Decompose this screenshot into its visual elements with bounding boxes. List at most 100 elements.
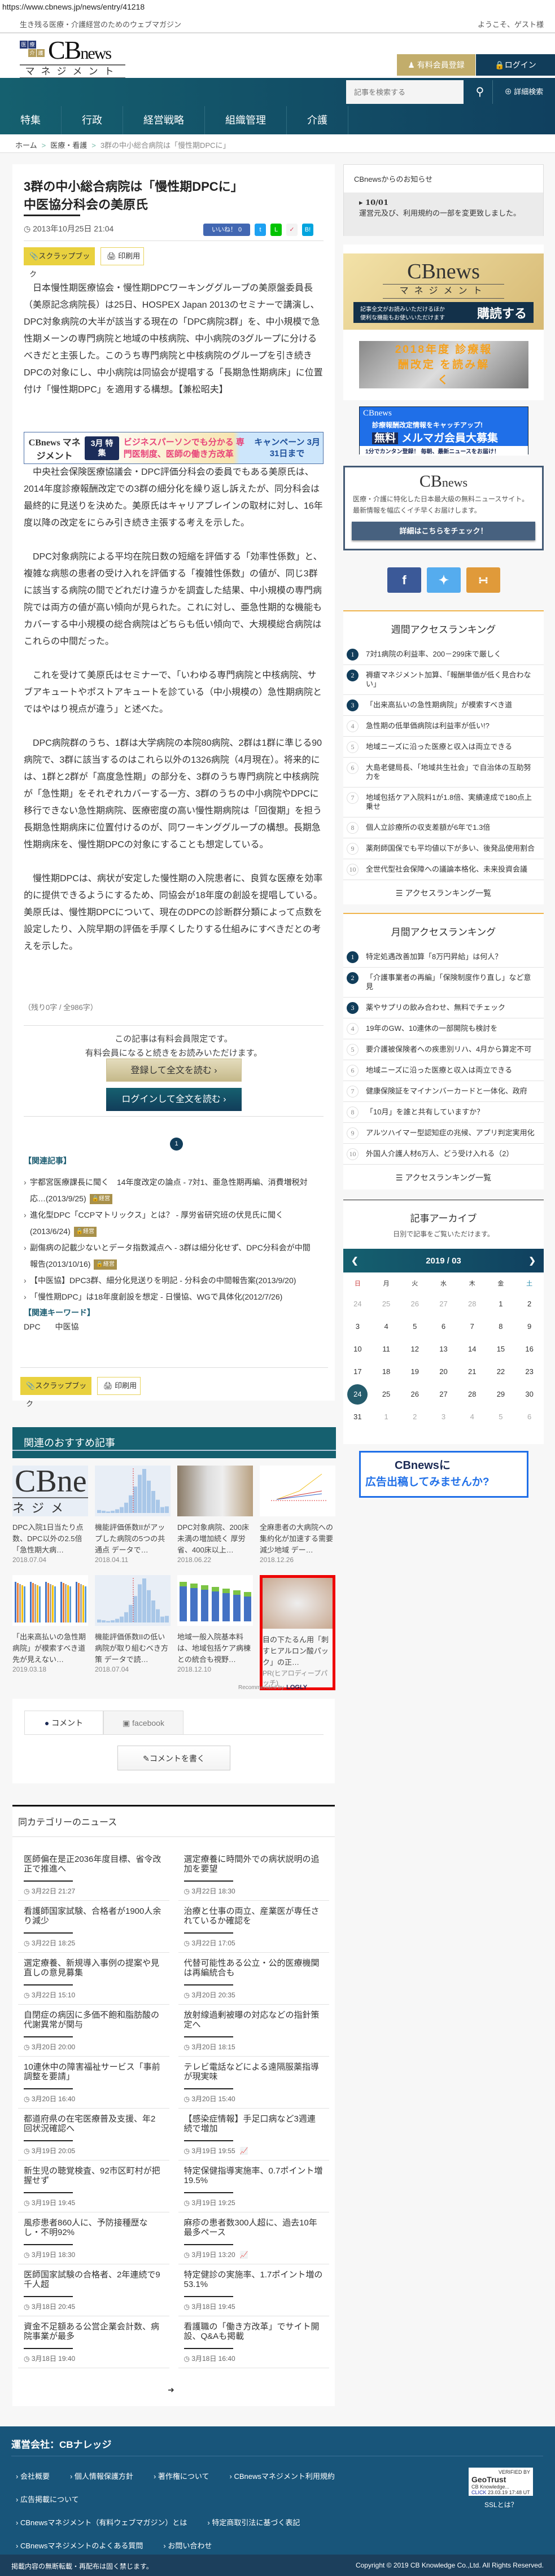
breadcrumb-home[interactable]: ホーム: [15, 141, 37, 150]
calendar-day[interactable]: 7: [458, 1315, 487, 1338]
related-article-link[interactable]: 【中医協】DPC3群、細分化見送りを明記 - 分科会の中間報告案(2013/9/…: [24, 1272, 317, 1289]
news-item[interactable]: 看護職の「働き方改革」でサイト開設、Q&Aも掲載 ◷ 3月18日 16:40: [178, 2316, 329, 2368]
tab-facebook[interactable]: ▣ facebook: [103, 1711, 183, 1734]
nav-strategy[interactable]: 経営戦略: [123, 106, 205, 134]
check-details-button[interactable]: 詳細はこちらをチェック！: [352, 522, 535, 540]
facebook-like-button[interactable]: いいね！ 0: [203, 224, 250, 236]
pocket-icon[interactable]: ✓: [286, 224, 298, 236]
recommended-item[interactable]: 機能評価係数IIがアップした病院の5つの共通点 データで… 2018.04.11: [95, 1466, 171, 1564]
related-article-link[interactable]: 進化型DPC「CCPマトリックス」とは？ - 厚労省研究班の伏見氏に聞く(201…: [24, 1207, 317, 1240]
recommended-by[interactable]: Recommended by LOGLY: [238, 1684, 307, 1691]
news-item[interactable]: 放射線過剰被曝の対応などの指針策定へ ◷ 3月20日 18:15: [178, 2005, 329, 2057]
ranking-item[interactable]: 3 「出来高払いの急性期病院」が模索すべき道: [343, 695, 544, 716]
geotrust-seal[interactable]: VERIFIED BY GeoTrust CB Knowledge... CLICK …: [469, 2468, 533, 2496]
twitter-icon[interactable]: ✦: [427, 567, 461, 593]
calendar-day[interactable]: 20: [429, 1361, 458, 1383]
ranking-item[interactable]: 3 薬やサプリの飲み合わせ、無料でチェック: [343, 998, 544, 1018]
footer-link[interactable]: › 会社概要: [16, 2472, 50, 2481]
scrapbook-button-bottom[interactable]: 📎スクラップブック: [20, 1377, 91, 1408]
calendar-day[interactable]: 17: [343, 1361, 372, 1383]
keyword-link[interactable]: DPC: [24, 1322, 53, 1331]
calendar-day[interactable]: 12: [400, 1338, 429, 1361]
page-1[interactable]: 1: [170, 1138, 183, 1151]
calendar-day[interactable]: 6: [515, 1406, 544, 1428]
ranking-item[interactable]: 8 個人立診療所の収支差額が6年で1.3倍: [343, 817, 544, 838]
news-item[interactable]: 都道府県の在宅医療普及支援、年2回状況確認へ ◷ 3月19日 20:05: [18, 2109, 169, 2160]
ranking-item[interactable]: 6 大島老健局長、「地域共生社会」で自治体の互助努力を: [343, 758, 544, 788]
calendar-day[interactable]: 22: [487, 1361, 515, 1383]
calendar-day[interactable]: 3: [429, 1406, 458, 1428]
nav-feature[interactable]: 特集: [0, 106, 62, 134]
footer-link[interactable]: › 著作権について: [154, 2472, 209, 2481]
footer-link[interactable]: › 広告掲載について: [16, 2495, 79, 2504]
calendar-day[interactable]: 2: [400, 1406, 429, 1428]
login-read-button[interactable]: ログインして全文を読む ›: [106, 1088, 242, 1111]
news-item[interactable]: 麻疹の患者数300人超に、過去10年最多ペース ◷ 3月19日 13:20 📈: [178, 2212, 329, 2264]
calendar-day[interactable]: 19: [400, 1361, 429, 1383]
facebook-icon[interactable]: f: [387, 567, 421, 593]
footer-link[interactable]: › お問い合わせ: [163, 2542, 212, 2550]
twitter-icon[interactable]: t: [255, 224, 266, 236]
news-item[interactable]: 治療と仕事の両立、産業医が専任されているか確認を ◷ 3月22日 17:05: [178, 1901, 329, 1953]
nav-organization[interactable]: 組織管理: [205, 106, 287, 134]
news-item[interactable]: 看護師国家試験、合格者が1900人余り減少 ◷ 3月22日 18:25: [18, 1901, 169, 1953]
calendar-day[interactable]: 5: [487, 1406, 515, 1428]
sponsored-item[interactable]: 目の下たるん用「刺すヒアルロン酸パック」の正… PR(ヒアロディープパッチ): [260, 1575, 335, 1690]
ranking-item[interactable]: 2 褥瘡マネジメント加算、「報酬単価が低く見合わない」: [343, 665, 544, 695]
keyword-link[interactable]: 中医協: [55, 1322, 91, 1331]
calendar-day[interactable]: 4: [458, 1406, 487, 1428]
news-item[interactable]: 風疹患者860人に、予防接種歴なし・不明92% ◷ 3月19日 18:30: [18, 2212, 169, 2264]
ranking-item[interactable]: 9 薬剤師国保でも平均値以下が多い、後発品使用割合: [343, 838, 544, 859]
breadcrumb-category[interactable]: 医療・看護: [50, 141, 87, 150]
news-item[interactable]: 医師偏在是正2036年度目標、省令改正で推進へ ◷ 3月22日 21:27: [18, 1849, 169, 1901]
register-button[interactable]: ♟ 有料会員登録: [397, 54, 475, 76]
feature-campaign-banner[interactable]: CBnews マネジメント 3月 特集 ビジネスパーソンでも分かる 専門医制度、…: [24, 432, 324, 464]
arrow-right-icon[interactable]: ➜: [168, 2385, 174, 2395]
next-month-icon[interactable]: ❯: [528, 1256, 536, 1266]
news-item[interactable]: 10連休中の障害福祉サービス「事前調整を要請」 ◷ 3月20日 16:40: [18, 2057, 169, 2109]
footer-link[interactable]: › 特定商取引法に基づく表記: [207, 2518, 300, 2527]
ranking-item[interactable]: 5 要介護被保険者への疾患別リハ、4月から算定不可: [343, 1039, 544, 1060]
ranking-item[interactable]: 8 「10月」を誰と共有していますか？: [343, 1102, 544, 1123]
recommended-item[interactable]: 「出来高払いの急性期病院」が模索すべき道 先が見えない… 2019.03.18: [12, 1575, 88, 1690]
calendar-day[interactable]: 25: [372, 1293, 401, 1315]
search-input[interactable]: [346, 80, 464, 104]
footer-link[interactable]: › CBnewsマネジメント利用規約: [230, 2472, 335, 2481]
ranking-item[interactable]: 10 全世代型社会保障への議論本格化、未来投資会議: [343, 859, 544, 880]
calendar-day[interactable]: 16: [515, 1338, 544, 1361]
print-button[interactable]: 🖨 印刷用: [100, 247, 144, 265]
news-item[interactable]: 資金不足額ある公営企業会計数、病院事業が最多 ◷ 3月18日 19:40: [18, 2316, 169, 2368]
recommended-item[interactable]: 地域一般入院基本料は、地域包括ケア病棟との統合も視野… 2018.12.10: [177, 1575, 253, 1690]
ranking-item[interactable]: 7 地域包括ケア入院料1が1.8倍、実績達成で180点上乗せ: [343, 788, 544, 817]
ranking-item[interactable]: 6 地域ニーズに沿った医療と収入は両立できる: [343, 1060, 544, 1081]
calendar-day[interactable]: 1: [372, 1406, 401, 1428]
ranking-item[interactable]: 1 特定処遇改善加算「8万円昇給」は何人？: [343, 947, 544, 968]
news-item[interactable]: 代替可能性ある公立・公的医療機関は再編統合も ◷ 3月20日 20:35: [178, 1953, 329, 2005]
footer-link[interactable]: › CBnewsマネジメントのよくある質問: [16, 2542, 143, 2550]
search-icon[interactable]: ⚲: [469, 80, 491, 104]
advertise-banner[interactable]: CBnewsに 広告出稿してみませんか?: [359, 1451, 528, 1498]
nav-administration[interactable]: 行政: [62, 106, 123, 134]
login-button[interactable]: 🔒ログイン: [476, 54, 555, 76]
related-article-link[interactable]: 宇都宮医療課長に聞く 14年度改定の論点 - 7対1、亜急性期再編、消費増税対応…: [24, 1174, 317, 1207]
calendar-day[interactable]: 21: [458, 1361, 487, 1383]
calendar-day[interactable]: 13: [429, 1338, 458, 1361]
calendar-day[interactable]: 4: [372, 1315, 401, 1338]
calendar-day[interactable]: 28: [458, 1383, 487, 1406]
calendar-day[interactable]: 5: [400, 1315, 429, 1338]
calendar-day[interactable]: 23: [515, 1361, 544, 1383]
ssl-link[interactable]: SSLとは？: [484, 2500, 518, 2509]
scrapbook-button[interactable]: 📎スクラップブック: [24, 247, 95, 278]
footer-link[interactable]: › CBnewsマネジメント（有料ウェブマガジン）とは: [16, 2518, 187, 2527]
subscribe-banner[interactable]: CBnews マネジメント 記事全文がお読みいただけるほか 便利な機能もお使いいた…: [343, 253, 544, 330]
newsletter-banner[interactable]: CBnews 診療報酬改定情報をキャッチアップ! 無料 メルマガ会員大募集 1分で…: [359, 406, 528, 456]
calendar-day[interactable]: 6: [429, 1315, 458, 1338]
register-read-button[interactable]: 登録して全文を読む ›: [106, 1059, 242, 1082]
recommended-item[interactable]: 機能評価係数IIの低い病院が取り組むべき方策 データで読… 2018.07.04: [95, 1575, 171, 1690]
recommended-item[interactable]: DPC対象病院、200床未満の増加続く 厚労省、400床以上… 2018.06.2…: [177, 1466, 253, 1564]
calendar-day[interactable]: 29: [487, 1383, 515, 1406]
calendar-day[interactable]: 10: [343, 1338, 372, 1361]
calendar-day[interactable]: 31: [343, 1406, 372, 1428]
ranking-item[interactable]: 1 7対1病院の利益率、200－299床で厳しく: [343, 644, 544, 665]
calendar-day[interactable]: 15: [487, 1338, 515, 1361]
